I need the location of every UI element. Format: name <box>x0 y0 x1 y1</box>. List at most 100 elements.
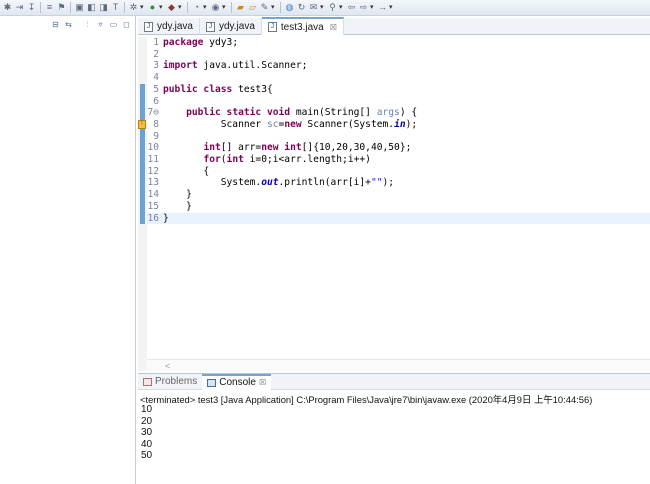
code-text: int[] arr=new int[]{10,20,30,40,50}; <box>203 142 412 154</box>
tab-console[interactable]: Console ☒ <box>202 373 272 390</box>
main-toolbar: ✱ ⇥ ↧ ≡ ⚑ ▣ ◧ ◨ T ✲ ▾ ● ▾ ◆ ▾ ◔ ▾ ◉ ▾ ▰ … <box>0 0 650 16</box>
arrow-right-icon[interactable]: → <box>377 2 388 13</box>
close-icon[interactable]: ☒ <box>330 23 337 32</box>
link-editor-icon[interactable]: ⇆ <box>64 20 73 29</box>
console-output-line: 20 <box>141 415 153 427</box>
tab-ydy-java-1[interactable]: J ydy.java <box>138 18 200 35</box>
toolbar-separator <box>40 2 41 13</box>
maximize-icon[interactable]: ◻ <box>122 20 131 29</box>
console-output-line: 40 <box>141 438 153 450</box>
debug-icon[interactable]: ✱ <box>2 2 13 13</box>
bookmark-icon[interactable]: ⚑ <box>56 2 67 13</box>
editor-tabs: J ydy.java J ydy.java J test3.java ☒ <box>138 17 650 35</box>
coverage-icon[interactable]: ◆ <box>166 2 177 13</box>
warning-icon[interactable]: ! <box>138 120 146 129</box>
code-line[interactable]: 1 package ydy3; <box>147 37 650 49</box>
toolbar-separator <box>187 2 188 13</box>
tab-ydy-java-2[interactable]: J ydy.java <box>200 18 262 35</box>
line-number: 5 <box>153 83 159 95</box>
code-line[interactable]: 8 Scanner sc=new Scanner(System.in); <box>147 119 650 131</box>
back-icon[interactable]: ⇦ <box>346 2 357 13</box>
globe-icon[interactable]: ◍ <box>284 2 295 13</box>
console-output-line: 10 <box>141 404 153 415</box>
new-class-icon[interactable]: ◧ <box>86 2 97 13</box>
code-line[interactable]: 5 public class test3{ <box>147 84 650 96</box>
code-text: package ydy3; <box>163 37 239 48</box>
view-menu-icon[interactable]: ▿ <box>96 20 105 29</box>
code-line[interactable]: 14 } <box>147 189 650 201</box>
refresh-icon[interactable]: ↻ <box>296 2 307 13</box>
tab-label: Problems <box>155 376 198 387</box>
minimize-icon[interactable]: ▭ <box>109 20 118 29</box>
code-line[interactable]: 15 } <box>147 201 650 213</box>
tab-label: test3.java <box>280 21 324 33</box>
forward-icon[interactable]: ⇨ <box>358 2 369 13</box>
code-text: { <box>163 165 210 177</box>
code-area[interactable]: ! 1 package ydy3; 2 3 import java.util.Scann… <box>138 37 650 371</box>
line-number: 16 <box>147 212 159 224</box>
chevron-down-icon[interactable]: ▾ <box>159 2 165 13</box>
chevron-down-icon[interactable]: ▾ <box>140 2 146 13</box>
list-icon[interactable]: ≡ <box>44 2 55 13</box>
code-text: System.out.println(arr[i]+""); <box>163 177 395 189</box>
code-text: } <box>163 189 192 201</box>
code-text: } <box>163 212 169 224</box>
code-line[interactable]: 3 import java.util.Scanner; <box>147 60 650 72</box>
panel-toolbar: ⊟ ⇆ ⫶ ▿ ▭ ◻ <box>51 20 131 29</box>
chevron-down-icon[interactable]: ▾ <box>370 2 376 13</box>
code-line[interactable]: 11 for(int i=0;i<arr.length;i++) <box>147 154 650 166</box>
tab-test3-java[interactable]: J test3.java ☒ <box>261 17 344 35</box>
type-icon[interactable]: T <box>110 2 121 13</box>
chevron-down-icon[interactable]: ▾ <box>339 2 345 13</box>
close-icon[interactable]: ☒ <box>259 378 266 387</box>
chevron-down-icon[interactable]: ▾ <box>271 2 277 13</box>
code-text: Scanner sc=new Scanner(System.in); <box>163 118 418 130</box>
terminated-status: <terminated> test3 [Java Application] C:… <box>140 394 593 405</box>
chevron-down-icon[interactable]: ▾ <box>389 2 395 13</box>
code-line[interactable]: 10 int[] arr=new int[]{10,20,30,40,50}; <box>147 142 650 154</box>
code-line[interactable]: 16} <box>147 212 650 225</box>
line-number: 6 <box>153 95 159 107</box>
code-line[interactable]: 6 <box>147 96 650 108</box>
code-text: } <box>163 200 192 212</box>
code-line[interactable]: 13 System.out.println(arr[i]+""); <box>147 177 650 189</box>
horizontal-scrollbar[interactable]: < <box>147 359 650 371</box>
chevron-down-icon[interactable]: ▾ <box>178 2 184 13</box>
server-icon[interactable]: ◉ <box>210 2 221 13</box>
code-line[interactable]: 9 <box>147 131 650 143</box>
gear-icon[interactable]: ✲ <box>128 2 139 13</box>
line-number: 9 <box>153 130 159 142</box>
folder-icon[interactable]: ▰ <box>235 2 246 13</box>
line-number: 12 <box>147 165 159 177</box>
skip-icon[interactable]: ⇥ <box>14 2 25 13</box>
code-line[interactable]: 12 { <box>147 166 650 178</box>
toolbar-separator <box>280 2 281 13</box>
line-number: 3 <box>153 60 159 72</box>
code-line[interactable]: 4 <box>147 72 650 84</box>
code-line[interactable]: 2 <box>147 49 650 61</box>
console-output-line: 50 <box>141 450 153 461</box>
new-wizard-icon[interactable]: ◔ <box>191 2 202 13</box>
annotation-icon[interactable]: ✉ <box>308 2 319 13</box>
open-folder-icon[interactable]: ▱ <box>247 2 258 13</box>
filter-icon[interactable]: ⫶ <box>83 20 92 29</box>
package-icon[interactable]: ▣ <box>74 2 85 13</box>
code-line[interactable]: 7⊖ public static void main(String[] args… <box>147 107 650 119</box>
chevron-down-icon[interactable]: ▾ <box>222 2 228 13</box>
pin-icon[interactable]: ⚲ <box>327 2 338 13</box>
java-file-icon: J <box>144 21 153 32</box>
run-icon[interactable]: ● <box>147 2 158 13</box>
chevron-down-icon[interactable]: ▾ <box>203 2 209 13</box>
tab-problems[interactable]: Problems <box>138 374 202 390</box>
step-icon[interactable]: ↧ <box>26 2 37 13</box>
code-editor: J ydy.java J ydy.java J test3.java ☒ ! 1… <box>138 17 650 371</box>
chevron-down-icon[interactable]: ▾ <box>320 2 326 13</box>
toolbar-separator <box>124 2 125 13</box>
open-icon[interactable]: ◨ <box>98 2 109 13</box>
collapse-all-icon[interactable]: ⊟ <box>51 20 60 29</box>
scroll-left-icon[interactable]: < <box>165 360 170 372</box>
line-number: 13 <box>147 177 159 189</box>
java-file-icon: J <box>267 22 277 32</box>
problems-icon <box>143 377 152 386</box>
pen-icon[interactable]: ✎ <box>259 2 270 13</box>
